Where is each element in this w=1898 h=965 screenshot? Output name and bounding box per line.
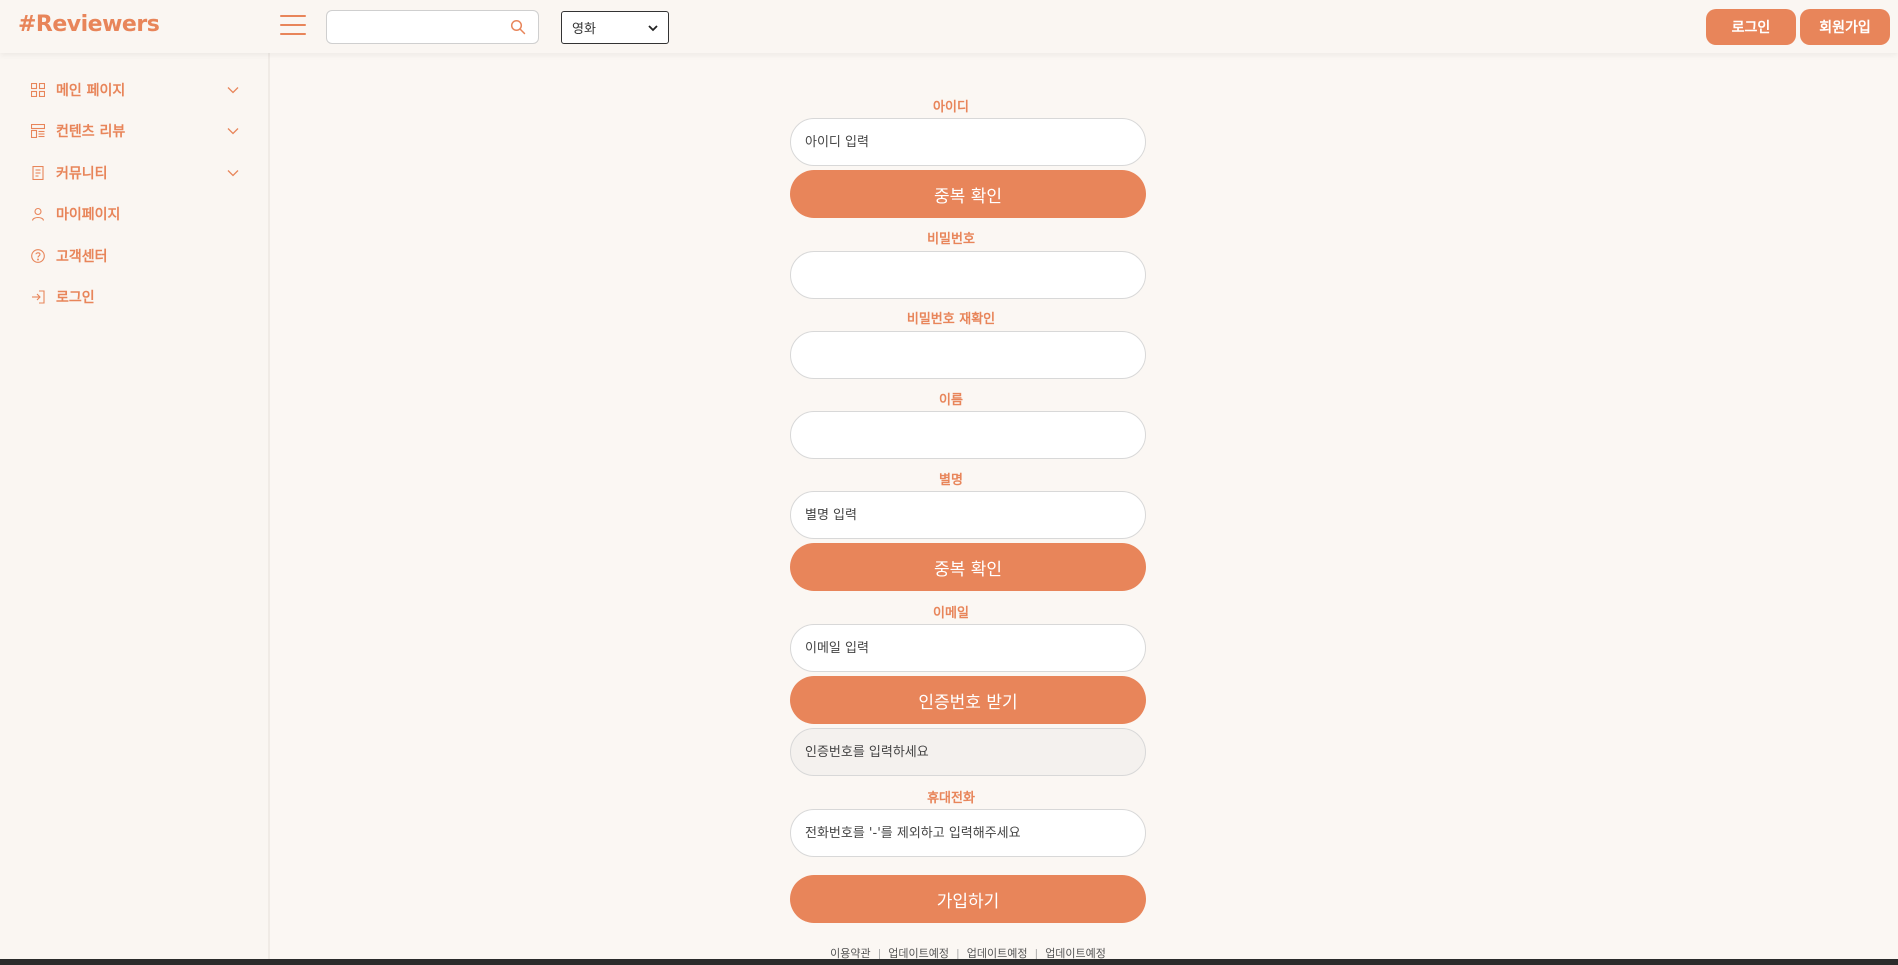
id-label: 아이디 <box>933 100 969 115</box>
chevron-down-icon <box>227 87 239 94</box>
grid-icon <box>30 82 46 98</box>
signup-submit-button[interactable]: 가입하기 <box>790 875 1146 923</box>
menu-icon[interactable] <box>280 15 306 37</box>
sidebar-item-main[interactable]: 메인 페이지 <box>30 78 240 102</box>
nickname-field <box>790 491 1146 539</box>
search-input[interactable] <box>327 11 497 43</box>
sidebar-item-label: 고객센터 <box>56 249 108 265</box>
nickname-duplicate-check-button[interactable]: 중복 확인 <box>790 543 1146 591</box>
password-confirm-input[interactable] <box>805 347 1131 363</box>
name-label: 이름 <box>939 393 963 408</box>
content-list-icon <box>30 123 46 139</box>
password-input[interactable] <box>805 267 1131 283</box>
sidebar-item-mypage[interactable]: 마이페이지 <box>30 202 240 226</box>
search-box <box>326 10 539 44</box>
phone-field <box>790 809 1146 857</box>
footer-separator: | <box>877 946 882 960</box>
email-label: 이메일 <box>933 606 969 621</box>
footer-separator: | <box>1034 946 1039 960</box>
login-icon <box>30 289 46 305</box>
verify-code-input[interactable] <box>805 744 1131 760</box>
nickname-label: 별명 <box>939 473 963 488</box>
name-field <box>790 411 1146 459</box>
id-input[interactable] <box>805 134 1131 150</box>
signup-button[interactable]: 회원가입 <box>1800 9 1890 45</box>
footer-separator: | <box>956 946 960 960</box>
bottom-bar <box>0 959 1898 965</box>
chevron-down-icon <box>227 128 239 135</box>
email-verify-button[interactable]: 인증번호 받기 <box>790 676 1146 724</box>
verify-code-field <box>790 728 1146 776</box>
nickname-input[interactable] <box>805 507 1131 523</box>
user-icon <box>30 206 46 222</box>
email-input[interactable] <box>805 640 1131 656</box>
site-logo[interactable]: #Reviewers <box>18 12 160 37</box>
sidebar-item-login[interactable]: 로그인 <box>30 285 240 309</box>
sidebar-item-label: 컨텐츠 리뷰 <box>56 124 126 140</box>
sidebar-item-community[interactable]: 커뮤니티 <box>30 161 240 185</box>
password-confirm-field <box>790 331 1146 379</box>
password-label: 비밀번호 <box>927 232 975 247</box>
sidebar-item-label: 커뮤니티 <box>56 166 108 182</box>
login-button[interactable]: 로그인 <box>1706 9 1796 45</box>
sidebar-item-label: 마이페이지 <box>56 207 121 223</box>
category-selected-value: 영화 <box>572 22 596 37</box>
top-header: #Reviewers 영화 로그인 회원가입 <box>0 0 1898 53</box>
email-field <box>790 624 1146 672</box>
chevron-down-icon <box>227 170 239 177</box>
chevron-down-icon <box>648 24 658 31</box>
sidebar-item-label: 메인 페이지 <box>56 83 126 99</box>
sidebar-item-support[interactable]: 고객센터 <box>30 244 240 268</box>
id-duplicate-check-button[interactable]: 중복 확인 <box>790 170 1146 218</box>
help-circle-icon <box>30 248 46 264</box>
password-field <box>790 251 1146 299</box>
search-icon[interactable] <box>510 19 526 35</box>
sidebar: 메인 페이지 컨텐츠 리뷰 커뮤니티 마이페이지 고객센터 로그인 <box>0 53 270 965</box>
phone-input[interactable] <box>805 825 1131 841</box>
id-field <box>790 118 1146 166</box>
name-input[interactable] <box>805 427 1131 443</box>
sidebar-item-content-review[interactable]: 컨텐츠 리뷰 <box>30 119 240 143</box>
password-confirm-label: 비밀번호 재확인 <box>906 312 996 327</box>
document-icon <box>30 165 46 181</box>
phone-label: 휴대전화 <box>927 791 975 806</box>
sidebar-item-label: 로그인 <box>56 290 95 306</box>
category-select[interactable]: 영화 <box>561 11 669 44</box>
